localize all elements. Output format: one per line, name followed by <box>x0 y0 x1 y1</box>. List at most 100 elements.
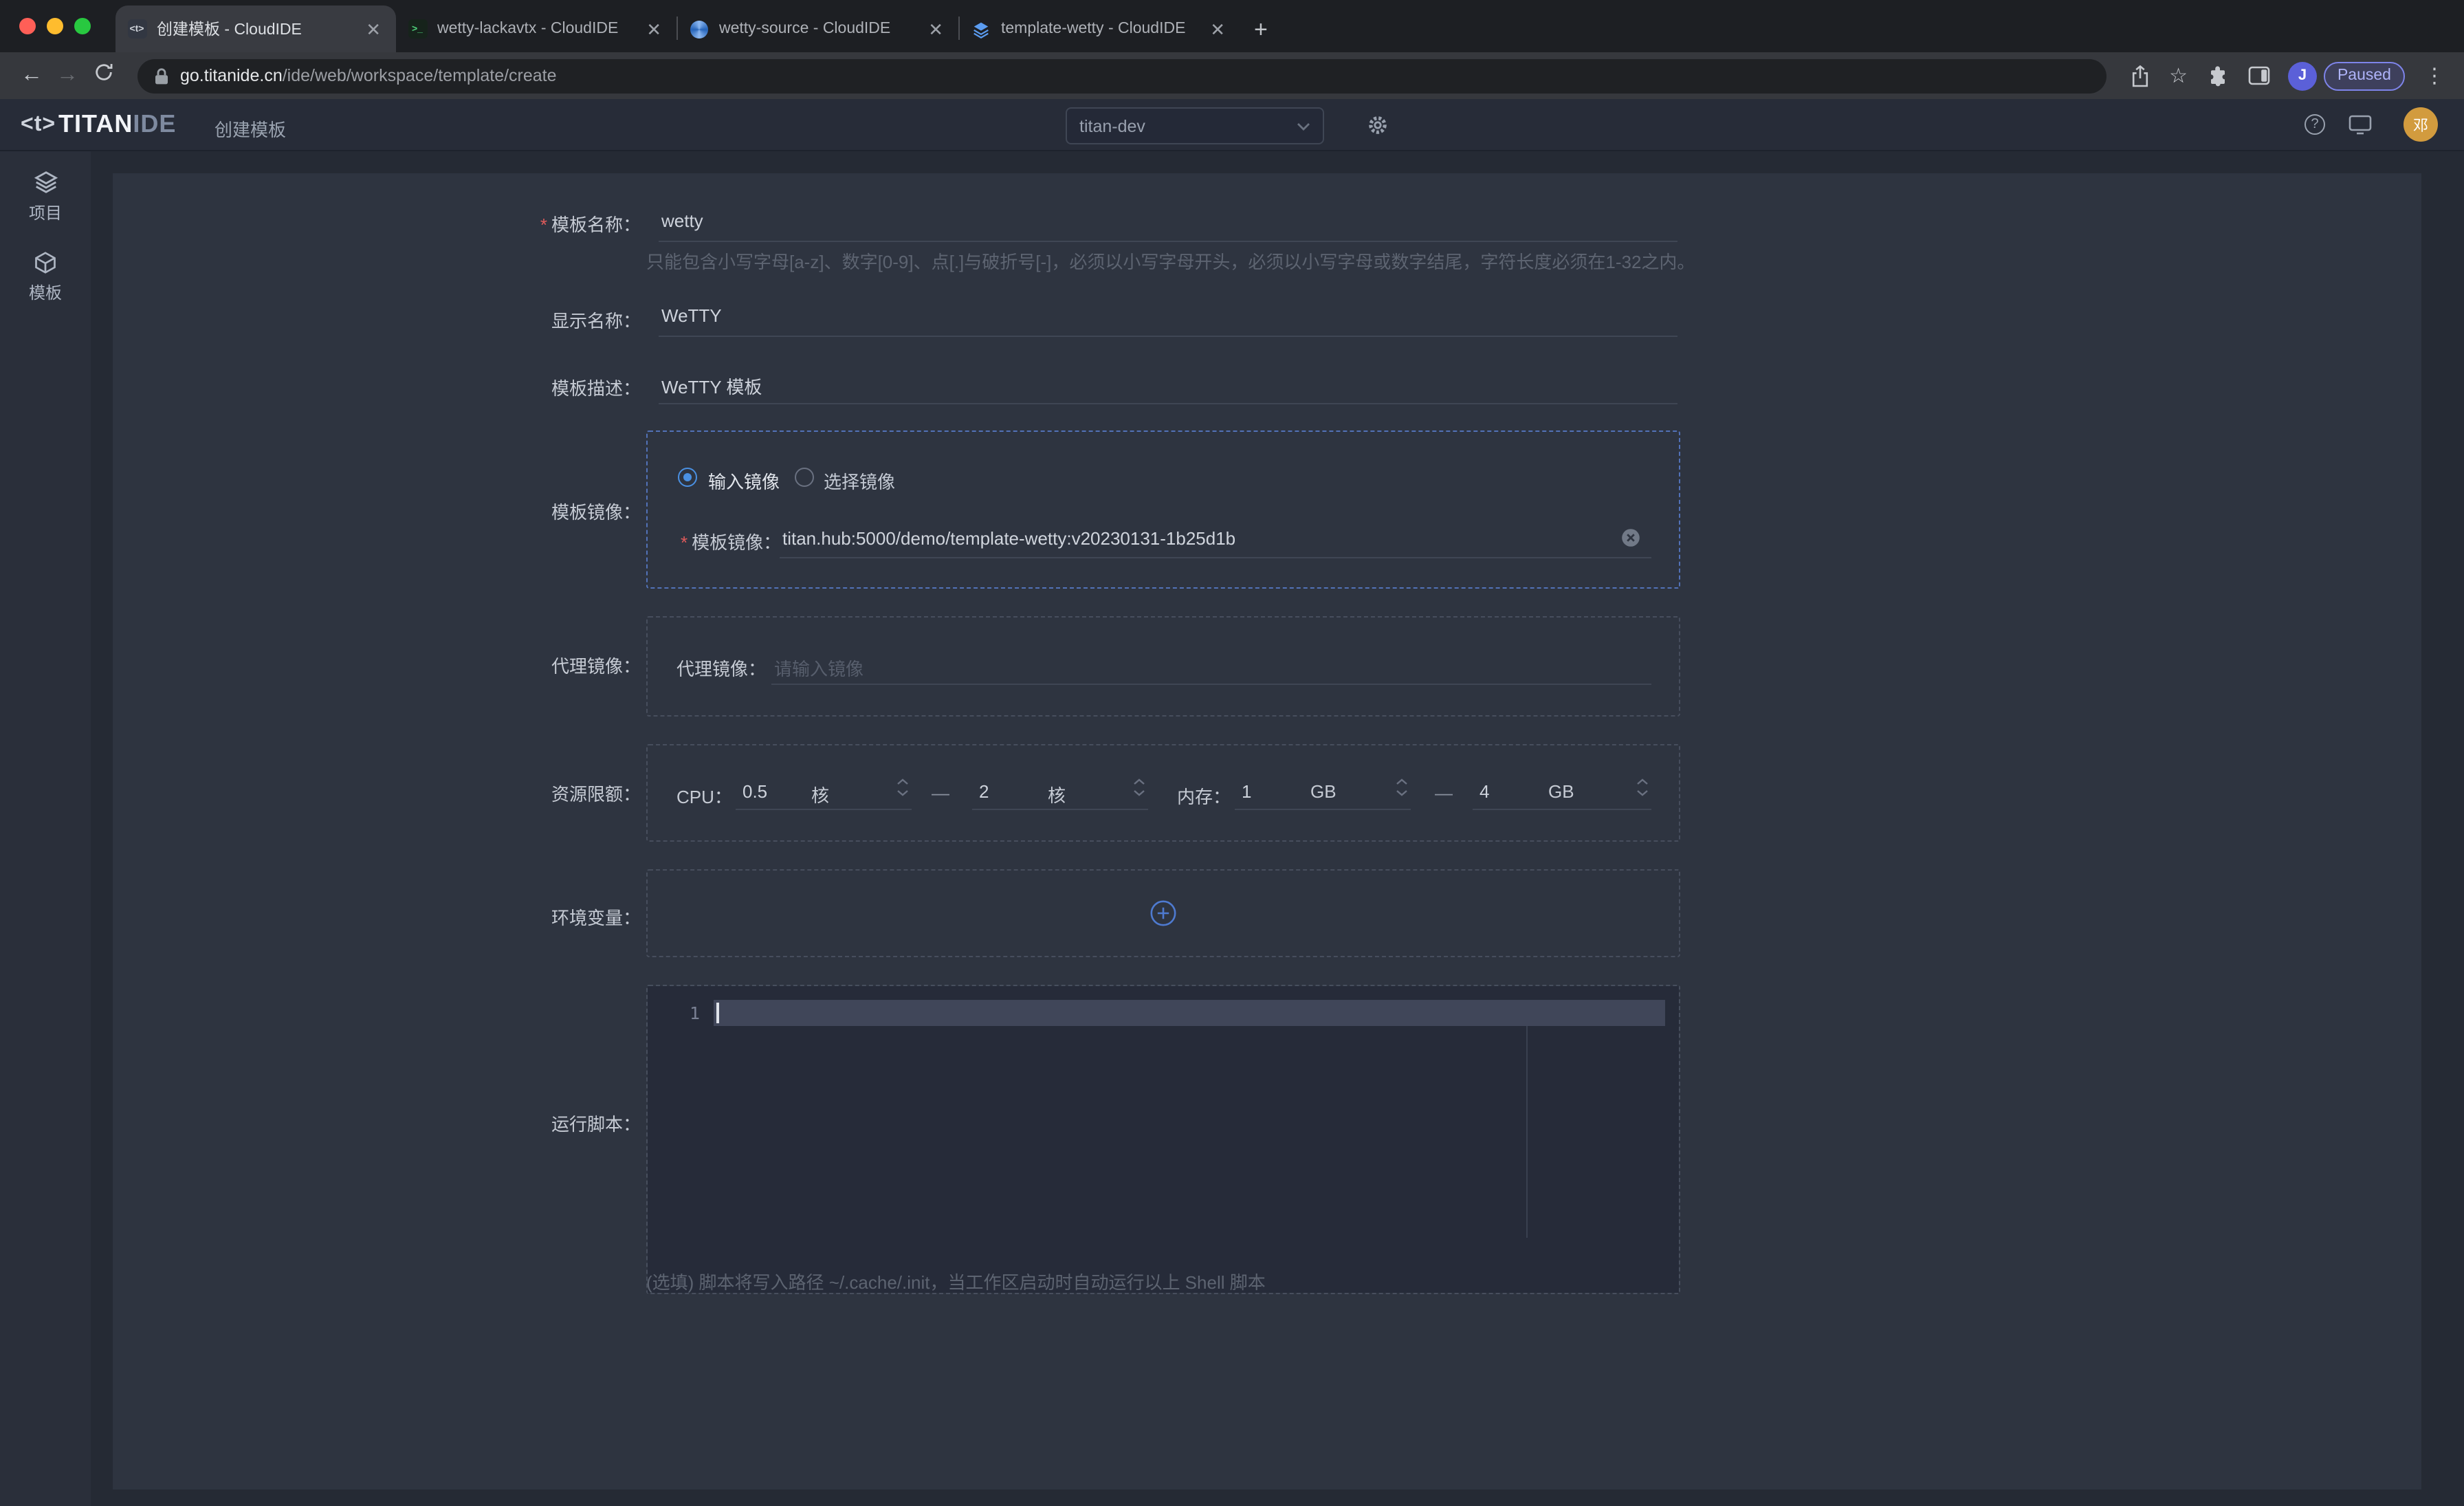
tab-wetty-source[interactable]: wetty-source - CloudIDE ✕ <box>678 6 958 52</box>
app-logo[interactable]: <t> TITAN IDE <box>21 110 176 139</box>
layers-icon <box>32 169 58 195</box>
browser-window: <t> 创建模板 - CloudIDE ✕ >_ wetty-lackavtx … <box>0 0 2464 1506</box>
cpu-max-stepper[interactable]: 2 核 <box>972 773 1148 810</box>
description-input[interactable]: WeTTY 模板 <box>659 367 1678 404</box>
radio-select-image[interactable] <box>795 468 814 487</box>
template-name-hint: 只能包含小写字母[a-z]、数字[0-9]、点[.]与破折号[-]，必须以小写字… <box>646 248 1695 274</box>
radio-select-image-label[interactable]: 选择镜像 <box>824 468 895 494</box>
proxy-image-group: 代理镜像： 请输入镜像 <box>646 616 1680 717</box>
address-bar[interactable]: go.titanide.cn/ide/web/workspace/templat… <box>138 58 2106 93</box>
memory-min-unit: GB <box>1310 781 1336 802</box>
logo-mark: <t> <box>21 112 56 137</box>
tab-title: template-wetty - CloudIDE <box>1001 21 1206 37</box>
cpu-min-value: 0.5 <box>742 781 767 802</box>
memory-max-stepper[interactable]: 4 GB <box>1473 773 1651 810</box>
line-number: 1 <box>648 1003 700 1023</box>
new-tab-button[interactable]: + <box>1254 19 1268 41</box>
close-tab-icon[interactable]: ✕ <box>642 19 666 39</box>
stepper-arrows-icon[interactable] <box>1636 778 1649 796</box>
radio-input-image[interactable] <box>678 468 697 487</box>
url-domain: go.titanide.cn <box>180 66 283 85</box>
template-name-input[interactable]: wetty <box>659 205 1678 242</box>
side-panel-icon[interactable] <box>2248 66 2270 85</box>
tab-strip: <t> 创建模板 - CloudIDE ✕ >_ wetty-lackavtx … <box>0 0 2464 52</box>
template-image-label: 模板镜像： <box>297 498 641 524</box>
close-tab-icon[interactable]: ✕ <box>924 19 947 39</box>
template-image-group: 输入镜像 选择镜像 *模板镜像： titan.hub:5000/demo/tem… <box>646 430 1680 589</box>
window-controls <box>19 18 91 34</box>
lock-icon[interactable] <box>154 67 169 85</box>
required-asterisk: * <box>540 215 547 235</box>
memory-min-value: 1 <box>1242 781 1251 802</box>
browser-menu-icon[interactable]: ⋮ <box>2424 63 2445 88</box>
radio-input-image-label[interactable]: 输入镜像 <box>708 468 780 494</box>
close-window-button[interactable] <box>19 18 36 34</box>
back-button[interactable]: ← <box>14 63 50 88</box>
resources-label: 资源限额： <box>297 780 641 806</box>
range-dash: — <box>1426 783 1462 803</box>
template-name-value: wetty <box>661 210 703 231</box>
url-path: /ide/web/workspace/template/create <box>283 66 557 85</box>
image-url-input[interactable]: titan.hub:5000/demo/template-wetty:v2023… <box>780 521 1651 558</box>
cpu-label: CPU： <box>676 783 732 809</box>
bookmark-star-icon[interactable]: ☆ <box>2169 63 2188 88</box>
sidebar-item-projects[interactable]: 项目 <box>0 151 91 232</box>
logo-primary: TITAN <box>58 110 133 139</box>
memory-max-unit: GB <box>1548 781 1574 802</box>
close-tab-icon[interactable]: ✕ <box>1206 19 1229 39</box>
memory-max-value: 4 <box>1480 781 1489 802</box>
environment-select[interactable]: titan-dev <box>1066 107 1324 144</box>
stepper-arrows-icon[interactable] <box>1133 778 1145 796</box>
tab-template-wetty[interactable]: template-wetty - CloudIDE ✕ <box>960 6 1240 52</box>
app-header: <t> TITAN IDE 创建模板 titan-dev ? 邓 <box>0 99 2464 151</box>
maximize-window-button[interactable] <box>74 18 91 34</box>
display-name-input[interactable]: WeTTY <box>659 300 1678 337</box>
add-env-var-button[interactable] <box>1150 899 1177 927</box>
forward-button[interactable]: → <box>50 63 85 88</box>
tab-wetty-lackavtx[interactable]: >_ wetty-lackavtx - CloudIDE ✕ <box>396 6 676 52</box>
stepper-arrows-icon[interactable] <box>896 778 909 796</box>
help-icon[interactable]: ? <box>2304 114 2325 135</box>
proxy-image-input[interactable]: 请输入镜像 <box>771 648 1651 685</box>
profile-avatar[interactable]: J <box>2288 61 2317 90</box>
stepper-arrows-icon[interactable] <box>1396 778 1408 796</box>
tab-title: wetty-source - CloudIDE <box>719 21 924 37</box>
cpu-max-value: 2 <box>979 781 989 802</box>
close-tab-icon[interactable]: ✕ <box>362 19 385 39</box>
run-script-hint: (选填) 脚本将写入路径 ~/.cache/.init，当工作区启动时自动运行以… <box>646 1268 1266 1294</box>
cpu-min-stepper[interactable]: 0.5 核 <box>736 773 912 810</box>
extensions-puzzle-icon[interactable] <box>2207 65 2229 87</box>
paused-badge[interactable]: Paused <box>2324 61 2405 90</box>
reload-button[interactable] <box>85 62 121 89</box>
user-avatar[interactable]: 邓 <box>2404 107 2438 142</box>
chevron-down-icon <box>1297 122 1310 130</box>
display-name-label: 显示名称： <box>297 307 641 333</box>
column-ruler <box>1526 1026 1528 1238</box>
tab-title: wetty-lackavtx - CloudIDE <box>437 21 642 37</box>
memory-min-stepper[interactable]: 1 GB <box>1235 773 1411 810</box>
tab-title: 创建模板 - CloudIDE <box>157 18 362 40</box>
template-name-label: *模板名称： <box>297 210 641 237</box>
feedback-screen-icon[interactable] <box>2348 114 2372 142</box>
swirl-favicon <box>689 19 710 39</box>
clear-input-icon[interactable] <box>1621 528 1640 554</box>
settings-gear-icon[interactable] <box>1367 114 1389 143</box>
logo-secondary: IDE <box>133 110 176 139</box>
app-body: 项目 模板 *模板名称： wetty 只能包含小写字母[a-z]、数字[0-9]… <box>0 151 2464 1506</box>
minimize-window-button[interactable] <box>47 18 63 34</box>
image-field-label: *模板镜像： <box>681 528 781 554</box>
tabs: <t> 创建模板 - CloudIDE ✕ >_ wetty-lackavtx … <box>116 0 1268 52</box>
browser-profile[interactable]: J Paused <box>2288 61 2405 90</box>
range-dash: — <box>923 783 958 803</box>
sidebar-item-label: 模板 <box>29 281 62 304</box>
tab-create-template[interactable]: <t> 创建模板 - CloudIDE ✕ <box>116 6 396 52</box>
share-icon[interactable] <box>2129 64 2150 87</box>
run-script-label: 运行脚本： <box>297 1110 641 1136</box>
sidebar-item-templates[interactable]: 模板 <box>0 232 91 312</box>
proxy-image-label: 代理镜像： <box>297 652 641 678</box>
stack-favicon <box>971 19 991 39</box>
proxy-field-label: 代理镜像： <box>676 655 766 681</box>
active-line-highlight <box>714 1000 1665 1026</box>
required-asterisk: * <box>681 532 688 553</box>
script-code-editor[interactable]: 1 <box>648 986 1679 1293</box>
